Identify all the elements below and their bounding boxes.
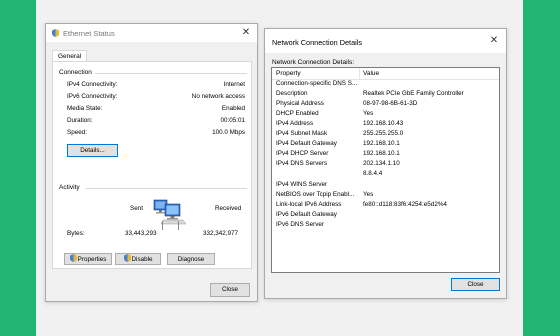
column-property[interactable]: Property xyxy=(276,70,301,77)
close-button[interactable]: Close xyxy=(210,283,250,297)
received-label: Received xyxy=(215,205,242,212)
list-row[interactable]: Connection-specific DNS S... xyxy=(272,80,499,90)
divider xyxy=(95,73,247,74)
property-cell: NetBIOS over Tcpip Enabl... xyxy=(276,191,355,198)
row-label: IPv6 Connectivity: xyxy=(67,93,118,100)
property-cell: IPv6 DNS Server xyxy=(276,221,324,228)
ethernet-status-window: Ethernet Status ✕ General Connection IPv… xyxy=(45,23,258,302)
property-cell: DHCP Enabled xyxy=(276,110,319,117)
speed-row: Speed: 100.0 Mbps xyxy=(67,129,245,138)
details-list[interactable]: Property Value Connection-specific DNS S… xyxy=(271,67,500,273)
list-row[interactable]: IPv6 Default Gateway xyxy=(272,211,499,221)
details-label: Network Connection Details: xyxy=(272,59,355,66)
property-cell: IPv6 Default Gateway xyxy=(276,211,337,218)
list-row[interactable]: 8.8.4.4 xyxy=(272,170,499,180)
row-label: Speed: xyxy=(67,129,87,136)
close-window-button[interactable]: ✕ xyxy=(487,34,501,48)
property-cell: IPv4 DNS Servers xyxy=(276,160,328,167)
value-cell: Yes xyxy=(363,191,374,198)
connection-details-window: Network Connection Details ✕ Network Con… xyxy=(264,28,507,299)
list-row[interactable]: IPv4 Address 192.168.10.43 xyxy=(272,120,499,130)
list-row[interactable]: IPv4 WINS Server xyxy=(272,181,499,191)
list-header: Property Value xyxy=(272,68,499,80)
list-row[interactable]: IPv4 Default Gateway 192.168.10.1 xyxy=(272,140,499,150)
row-value: No network access xyxy=(191,93,245,100)
property-cell: IPv4 Address xyxy=(276,120,314,127)
value-cell: Realtek PCIe GbE Family Controller xyxy=(363,90,464,97)
list-row[interactable]: NetBIOS over Tcpip Enabl... Yes xyxy=(272,191,499,201)
row-label: Media State: xyxy=(67,105,103,112)
property-cell: Link-local IPv6 Address xyxy=(276,201,342,208)
value-cell: 255.255.255.0 xyxy=(363,130,404,137)
close-button[interactable]: Close xyxy=(451,278,500,291)
close-window-button[interactable]: ✕ xyxy=(239,26,253,40)
properties-button[interactable]: Properties xyxy=(64,253,112,265)
value-cell: Yes xyxy=(363,110,374,117)
media-state-row: Media State: Enabled xyxy=(67,105,245,114)
activity-separator xyxy=(178,221,179,230)
title-bar[interactable]: Ethernet Status ✕ xyxy=(46,24,257,42)
property-cell: Physical Address xyxy=(276,100,324,107)
connection-heading: Connection xyxy=(59,69,92,76)
list-row[interactable]: DHCP Enabled Yes xyxy=(272,110,499,120)
list-row[interactable]: Physical Address 08-97-98-6B-61-3D xyxy=(272,100,499,110)
column-value[interactable]: Value xyxy=(363,70,379,77)
value-cell: 192.168.10.1 xyxy=(363,150,400,157)
value-cell: 8.8.4.4 xyxy=(363,170,383,177)
disable-button[interactable]: Disable xyxy=(115,253,161,265)
row-label: IPv4 Connectivity: xyxy=(67,81,118,88)
disable-label: Disable xyxy=(131,256,153,263)
window-title: Network Connection Details xyxy=(272,38,363,47)
property-cell: IPv4 DHCP Server xyxy=(276,150,329,157)
properties-label: Properties xyxy=(77,256,107,263)
network-computers-icon xyxy=(153,199,187,225)
list-row[interactable]: Link-local IPv6 Address fe80::d118:83f6:4… xyxy=(272,201,499,211)
bytes-sent-value: 33,443,293 xyxy=(125,230,157,237)
bytes-received-value: 332,342,977 xyxy=(203,230,239,237)
shield-icon xyxy=(123,254,131,262)
network-adapter-icon xyxy=(52,29,59,37)
row-value: 100.0 Mbps xyxy=(212,129,245,136)
shield-icon xyxy=(69,254,77,262)
row-value: Internet xyxy=(223,81,245,88)
ipv6-connectivity-row: IPv6 Connectivity: No network access xyxy=(67,93,245,102)
value-cell: 08-97-98-6B-61-3D xyxy=(363,100,418,107)
value-cell: 192.168.10.43 xyxy=(363,120,404,127)
general-panel: Connection IPv4 Connectivity: Internet I… xyxy=(52,61,252,269)
row-label: Duration: xyxy=(67,117,93,124)
window-title: Ethernet Status xyxy=(63,29,115,38)
list-row[interactable]: IPv4 DHCP Server 192.168.10.1 xyxy=(272,150,499,160)
title-bar[interactable]: Network Connection Details ✕ xyxy=(265,29,506,53)
activity-separator xyxy=(162,221,163,230)
property-cell: IPv4 WINS Server xyxy=(276,181,328,188)
ipv4-connectivity-row: IPv4 Connectivity: Internet xyxy=(67,81,245,90)
property-cell: IPv4 Subnet Mask xyxy=(276,130,328,137)
divider xyxy=(86,188,247,189)
column-separator[interactable] xyxy=(359,68,360,79)
sent-label: Sent xyxy=(130,205,143,212)
value-cell: 192.168.10.1 xyxy=(363,140,400,147)
row-value: Enabled xyxy=(221,105,245,112)
details-button[interactable]: Details... xyxy=(67,144,118,157)
diagnose-button[interactable]: Diagnose xyxy=(167,253,215,265)
list-row[interactable]: IPv6 DNS Server xyxy=(272,221,499,231)
duration-row: Duration: 00:05:01 xyxy=(67,117,245,126)
value-cell: 202.134.1.10 xyxy=(363,160,400,167)
list-row[interactable]: Description Realtek PCIe GbE Family Contr… xyxy=(272,90,499,100)
list-row[interactable]: IPv4 Subnet Mask 255.255.255.0 xyxy=(272,130,499,140)
list-row[interactable]: IPv4 DNS Servers 202.134.1.10 xyxy=(272,160,499,170)
row-value: 00:05:01 xyxy=(220,117,245,124)
value-cell: fe80::d118:83f6:4254:e5d2%4 xyxy=(363,201,447,208)
property-cell: Description xyxy=(276,90,308,97)
property-cell: IPv4 Default Gateway xyxy=(276,140,337,147)
property-cell: Connection-specific DNS S... xyxy=(276,80,358,87)
activity-heading: Activity xyxy=(59,184,80,191)
bytes-label: Bytes: xyxy=(67,230,85,237)
